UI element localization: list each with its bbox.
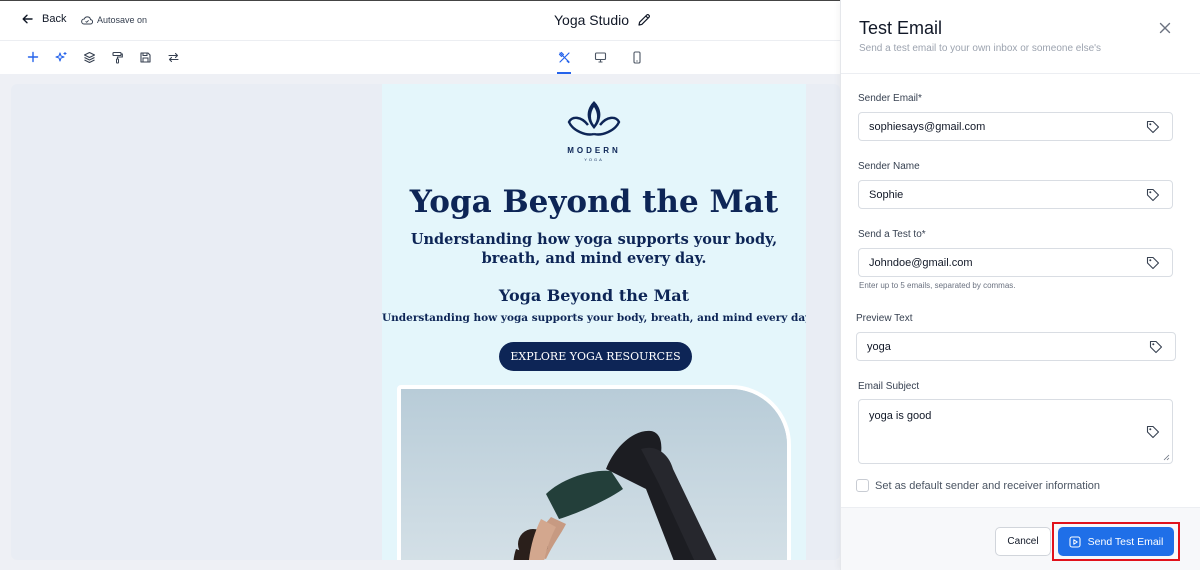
close-icon[interactable]	[1158, 21, 1172, 35]
default-info-option[interactable]: Set as default sender and receiver infor…	[856, 479, 1100, 492]
lotus-logo-icon	[567, 101, 621, 136]
email-headline[interactable]: Yoga Beyond the Mat	[382, 184, 806, 220]
layers-icon[interactable]	[81, 49, 97, 65]
plus-icon[interactable]	[25, 49, 41, 65]
default-info-label: Set as default sender and receiver infor…	[875, 479, 1101, 492]
email-subheadline[interactable]: Understanding how yoga supports your bod…	[402, 230, 786, 268]
sender-email-value: sophiesays@gmail.com	[869, 120, 986, 133]
send-to-label: Send a Test to*	[858, 229, 926, 240]
tag-icon[interactable]	[1146, 188, 1160, 202]
tag-icon[interactable]	[1146, 256, 1160, 270]
panel-header: Test Email Send a test email to your own…	[841, 0, 1200, 74]
sparkle-icon[interactable]	[53, 49, 69, 65]
editor-canvas: MODERN YOGA Yoga Beyond the Mat Understa…	[0, 74, 840, 570]
document-title[interactable]: Yoga Studio	[554, 12, 651, 28]
preview-text-field[interactable]: yoga	[856, 332, 1176, 361]
canvas-stage: MODERN YOGA Yoga Beyond the Mat Understa…	[11, 84, 840, 560]
sender-email-field[interactable]: sophiesays@gmail.com	[858, 112, 1173, 141]
email-subject-field[interactable]: yoga is good	[858, 399, 1173, 464]
paint-roller-icon[interactable]	[109, 49, 125, 65]
back-label: Back	[42, 13, 67, 25]
default-info-checkbox[interactable]	[856, 479, 869, 492]
test-email-panel: Test Email Send a test email to your own…	[840, 0, 1200, 570]
autosave-status: Autosave on	[81, 15, 147, 25]
tag-icon[interactable]	[1149, 340, 1163, 354]
cancel-button[interactable]: Cancel	[995, 527, 1051, 556]
sender-name-value: Sophie	[869, 188, 904, 201]
arrow-left-icon	[22, 14, 33, 24]
email-subject-label: Email Subject	[858, 381, 920, 392]
sender-email-label: Sender Email*	[858, 93, 922, 104]
save-icon[interactable]	[137, 49, 153, 65]
desktop-icon[interactable]	[592, 49, 608, 65]
panel-subtitle: Send a test email to your own inbox or s…	[859, 43, 1102, 54]
tag-icon[interactable]	[1146, 120, 1160, 134]
tag-icon[interactable]	[1146, 425, 1160, 439]
brand-logo: MODERN YOGA	[382, 98, 806, 162]
panel-title: Test Email	[859, 18, 943, 38]
email-section-text[interactable]: Understanding how yoga supports your bod…	[382, 312, 806, 324]
resize-handle-icon[interactable]	[1162, 453, 1170, 461]
send-to-value: Johndoe@gmail.com	[869, 256, 973, 269]
send-test-email-label: Send Test Email	[1087, 535, 1164, 548]
editor-toolbar	[0, 41, 840, 74]
cloud-check-icon	[81, 15, 93, 24]
preview-text-value: yoga	[867, 340, 891, 353]
send-to-hint: Enter up to 5 emails, separated by comma…	[859, 281, 1016, 290]
yoga-hero-image[interactable]	[397, 385, 791, 560]
sender-name-field[interactable]: Sophie	[858, 180, 1173, 209]
back-button[interactable]: Back	[22, 13, 66, 25]
email-subject-value: yoga is good	[869, 410, 932, 422]
email-section-title[interactable]: Yoga Beyond the Mat	[382, 286, 806, 305]
autosave-label: Autosave on	[97, 15, 148, 25]
preview-text-label: Preview Text	[856, 313, 913, 324]
send-play-icon	[1069, 535, 1081, 548]
document-title-text: Yoga Studio	[554, 12, 629, 28]
swap-icon[interactable]	[165, 49, 181, 65]
send-to-field[interactable]: Johndoe@gmail.com	[858, 248, 1173, 277]
design-tools-icon[interactable]	[556, 49, 572, 65]
mobile-icon[interactable]	[629, 49, 645, 65]
sender-name-label: Sender Name	[858, 161, 920, 172]
send-test-email-button[interactable]: Send Test Email	[1058, 527, 1174, 556]
pencil-icon[interactable]	[637, 13, 651, 27]
email-preview[interactable]: MODERN YOGA Yoga Beyond the Mat Understa…	[382, 84, 806, 560]
yoga-pose-illustration	[401, 389, 787, 560]
logo-subtext: YOGA	[584, 157, 604, 162]
logo-wordmark: MODERN	[567, 146, 621, 155]
explore-yoga-button[interactable]: EXPLORE YOGA RESOURCES	[499, 342, 692, 371]
panel-footer: Cancel Send Test Email	[841, 507, 1200, 570]
